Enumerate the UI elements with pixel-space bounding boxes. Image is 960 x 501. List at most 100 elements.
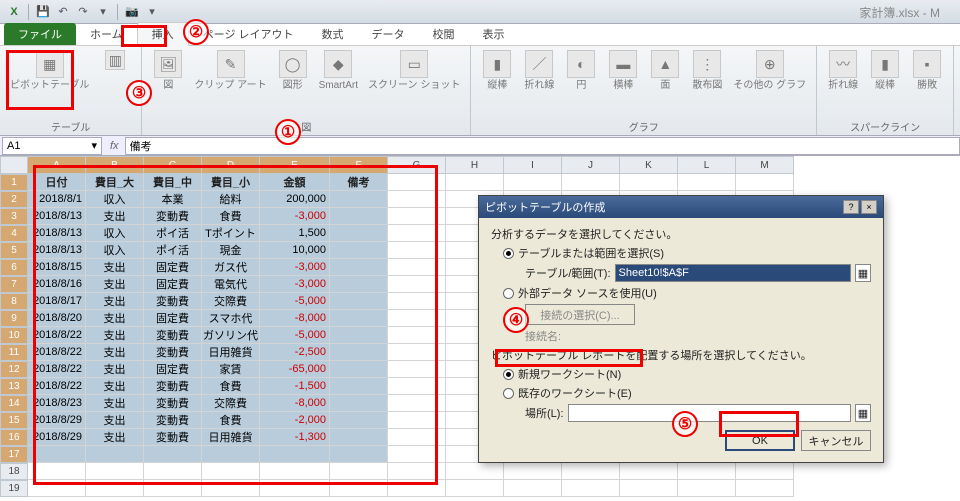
table-cell[interactable]: -2,000 [260,412,330,429]
table-cell[interactable] [86,446,144,463]
empty-cell[interactable] [202,463,260,480]
empty-cell[interactable] [562,480,620,497]
table-cell[interactable]: 支出 [86,395,144,412]
col-header-C[interactable]: C [144,156,202,174]
empty-cell[interactable] [620,480,678,497]
row-header[interactable]: 1 [0,174,28,191]
undo-icon[interactable]: ↶ [53,2,73,22]
table-cell[interactable]: 2018/8/22 [28,361,86,378]
tab-insert[interactable]: 挿入 [137,22,189,46]
table-cell[interactable]: -8,000 [260,310,330,327]
row-header[interactable]: 5 [0,242,28,259]
table-cell[interactable]: ポイ活 [144,225,202,242]
empty-cell[interactable] [388,259,446,276]
table-cell[interactable] [330,412,388,429]
table-cell[interactable]: 変動費 [144,208,202,225]
table-cell[interactable]: -3,000 [260,259,330,276]
empty-cell[interactable] [260,463,330,480]
help-icon[interactable]: ? [843,200,859,214]
camera-icon[interactable]: 📷 [122,2,142,22]
tab-review[interactable]: 校閲 [419,23,469,45]
shapes-button[interactable]: ◯図形 [273,48,313,93]
table-cell[interactable]: 変動費 [144,412,202,429]
tab-home[interactable]: ホーム [76,23,137,45]
empty-cell[interactable] [562,174,620,191]
empty-cell[interactable] [202,480,260,497]
table-cell[interactable]: 支出 [86,327,144,344]
empty-cell[interactable] [28,480,86,497]
empty-cell[interactable] [388,378,446,395]
table-cell[interactable]: 食費 [202,378,260,395]
empty-cell[interactable] [330,480,388,497]
chevron-down-icon[interactable]: ▾ [91,139,97,152]
column-chart-button[interactable]: ▮縦棒 [477,48,517,93]
empty-cell[interactable] [388,327,446,344]
empty-cell[interactable] [260,480,330,497]
table-cell[interactable] [330,208,388,225]
clipart-button[interactable]: ✎クリップ アート [190,48,270,93]
table-cell[interactable] [144,446,202,463]
empty-cell[interactable] [504,463,562,480]
table-cell[interactable] [28,446,86,463]
spark-col-button[interactable]: ▮縦棒 [865,48,905,93]
table-cell[interactable] [330,361,388,378]
table-cell[interactable]: -1,500 [260,378,330,395]
row-header[interactable]: 12 [0,361,28,378]
table-cell[interactable]: 2018/8/29 [28,429,86,446]
table-cell[interactable] [330,378,388,395]
empty-cell[interactable] [388,412,446,429]
table-cell[interactable] [330,225,388,242]
name-box[interactable]: A1▾ [2,137,102,155]
table-cell[interactable]: 交際費 [202,293,260,310]
empty-cell[interactable] [446,480,504,497]
empty-cell[interactable] [388,310,446,327]
table-header-cell[interactable]: 費目_中 [144,174,202,191]
empty-cell[interactable] [388,463,446,480]
empty-cell[interactable] [388,480,446,497]
empty-cell[interactable] [388,174,446,191]
empty-cell[interactable] [388,429,446,446]
table-cell[interactable]: ポイ活 [144,242,202,259]
empty-cell[interactable] [388,208,446,225]
table-cell[interactable]: 1,500 [260,225,330,242]
table-header-cell[interactable]: 備考 [330,174,388,191]
empty-cell[interactable] [388,395,446,412]
table-cell[interactable]: 収入 [86,242,144,259]
table-cell[interactable]: 支出 [86,310,144,327]
row-header[interactable]: 11 [0,344,28,361]
row-header[interactable]: 18 [0,463,28,480]
table-cell[interactable]: 2018/8/16 [28,276,86,293]
table-cell[interactable]: 2018/8/15 [28,259,86,276]
table-cell[interactable]: -1,300 [260,429,330,446]
tab-data[interactable]: データ [358,23,419,45]
empty-cell[interactable] [678,174,736,191]
empty-cell[interactable] [620,174,678,191]
tab-file[interactable]: ファイル [4,23,76,45]
location-input[interactable] [568,404,852,422]
table-cell[interactable] [202,446,260,463]
empty-cell[interactable] [388,361,446,378]
table-cell[interactable]: -3,000 [260,276,330,293]
table-cell[interactable]: 電気代 [202,276,260,293]
table-cell[interactable] [330,327,388,344]
col-header-E[interactable]: E [260,156,330,174]
table-cell[interactable]: ガソリン代 [202,327,260,344]
table-cell[interactable]: -3,000 [260,208,330,225]
row-header[interactable]: 15 [0,412,28,429]
table-cell[interactable]: 支出 [86,276,144,293]
tab-formulas[interactable]: 数式 [308,23,358,45]
other-chart-button[interactable]: ⊕その他の グラフ [729,48,810,93]
row-header[interactable]: 8 [0,293,28,310]
spark-line-button[interactable]: 〰折れ線 [823,48,863,93]
table-cell[interactable]: 2018/8/23 [28,395,86,412]
table-cell[interactable]: 支出 [86,412,144,429]
table-cell[interactable]: 支出 [86,378,144,395]
radio-external[interactable] [503,288,514,299]
table-cell[interactable]: 変動費 [144,327,202,344]
col-header-D[interactable]: D [202,156,260,174]
table-cell[interactable]: 固定費 [144,276,202,293]
empty-cell[interactable] [330,463,388,480]
row-header[interactable]: 13 [0,378,28,395]
empty-cell[interactable] [388,293,446,310]
table-cell[interactable] [330,395,388,412]
